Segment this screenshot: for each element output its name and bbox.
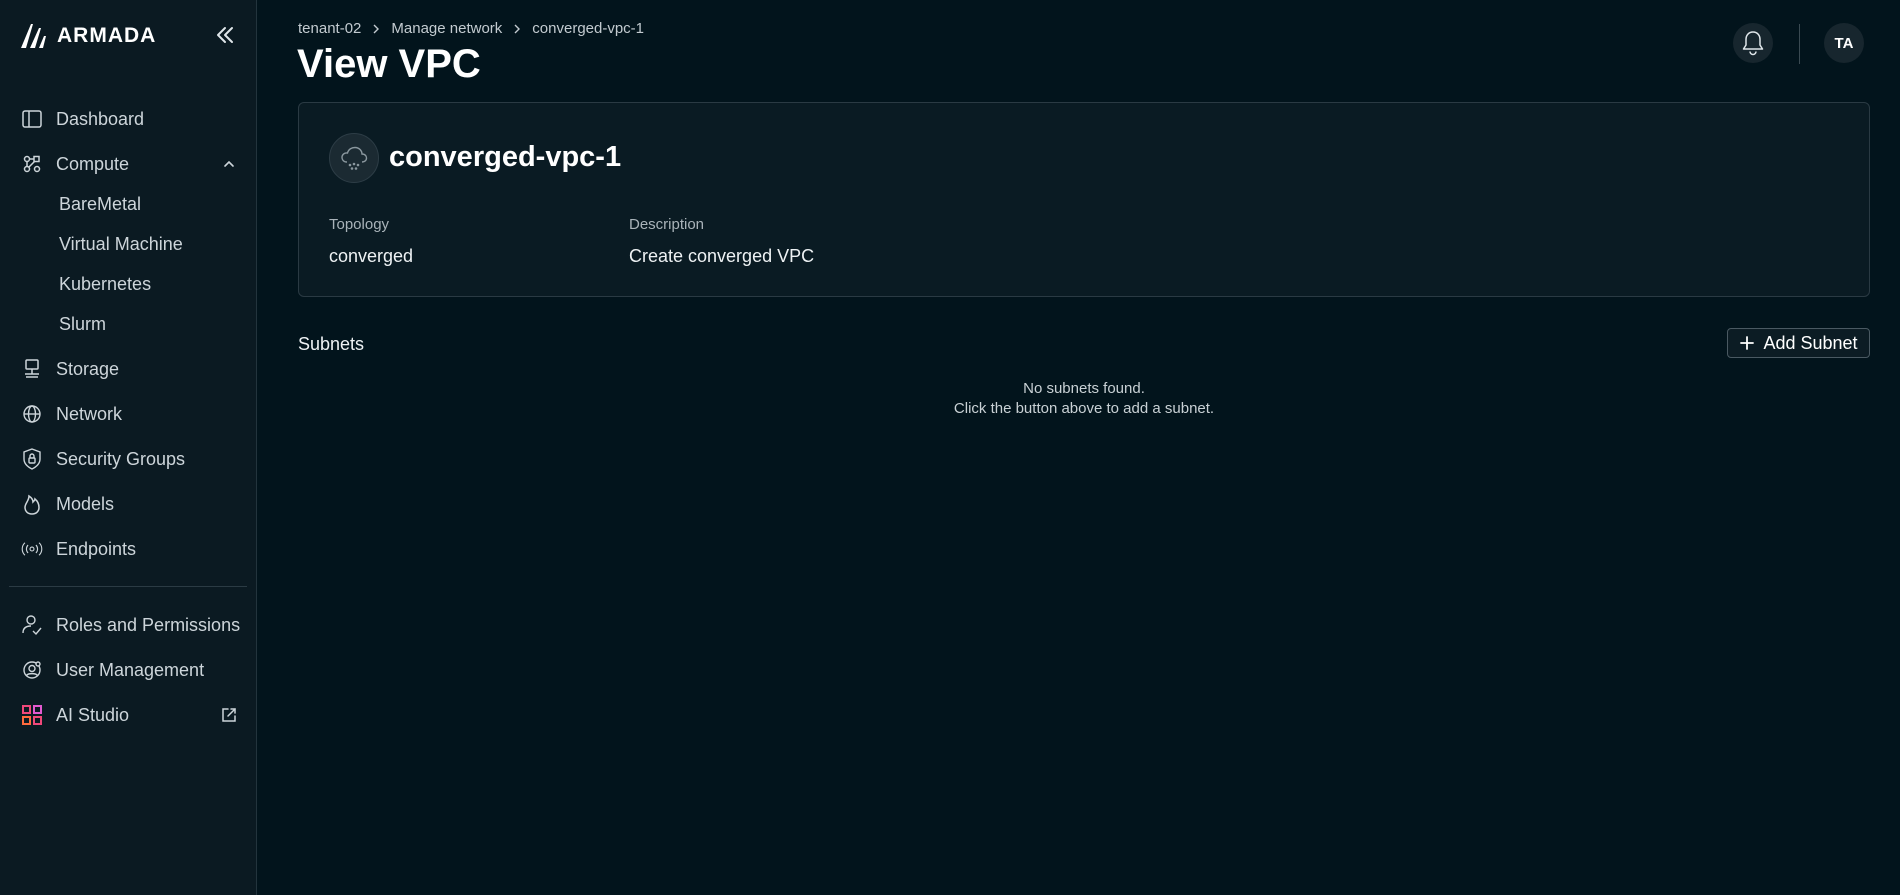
flame-icon <box>21 493 43 515</box>
cloud-badge <box>329 133 379 183</box>
sidebar-subitem-label: BareMetal <box>59 193 142 214</box>
breadcrumb-item-current: converged-vpc-1 <box>532 20 645 37</box>
sidebar-item-label: Security Groups <box>56 448 186 469</box>
sidebar-item-endpoints[interactable]: Endpoints <box>0 529 257 569</box>
grid-apps-icon <box>21 704 43 726</box>
breadcrumb-item-manage-network[interactable]: Manage network <box>391 20 502 37</box>
vpc-name: converged-vpc-1 <box>389 141 622 173</box>
roles-icon <box>21 614 43 636</box>
subnets-heading: Subnets <box>298 334 365 354</box>
sidebar-item-label: Network <box>56 403 123 424</box>
sidebar-subitem-kubernetes[interactable]: Kubernetes <box>0 266 257 302</box>
sidebar-item-network[interactable]: Network <box>0 394 257 434</box>
globe-icon <box>21 403 43 425</box>
sidebar-item-ai-studio[interactable]: AI Studio <box>0 695 257 735</box>
sidebar-item-label: User Management <box>56 659 205 680</box>
notifications-button[interactable] <box>1733 23 1773 63</box>
sidebar-divider <box>9 586 247 587</box>
breadcrumb: tenant-02 Manage network converged-vpc-1 <box>298 20 644 37</box>
avatar[interactable]: TA <box>1824 23 1864 63</box>
description-label: Description <box>629 216 705 233</box>
brand-name: ARMADA <box>57 24 157 47</box>
topology-value: converged <box>329 246 414 266</box>
sidebar-subitem-virtual-machine[interactable]: Virtual Machine <box>0 226 257 262</box>
empty-state-hint: Click the button above to add a subnet. <box>953 400 1215 417</box>
sidebar-item-user-management[interactable]: User Management <box>0 650 257 690</box>
compute-icon <box>21 153 43 175</box>
sidebar-item-dashboard[interactable]: Dashboard <box>0 99 257 139</box>
description-value: Create converged VPC <box>629 246 815 266</box>
sidebar-item-label: Storage <box>56 358 120 379</box>
collapse-sidebar-button[interactable] <box>214 24 240 48</box>
page-title: View VPC <box>297 42 481 86</box>
sidebar-subitem-baremetal[interactable]: BareMetal <box>0 186 257 222</box>
sidebar-item-label: Compute <box>56 153 130 174</box>
user-gear-icon <box>21 659 43 681</box>
external-link-icon <box>222 708 236 722</box>
chevron-up-icon <box>224 160 234 167</box>
sidebar-item-storage[interactable]: Storage <box>0 349 257 389</box>
add-subnet-button[interactable]: Add Subnet <box>1727 328 1870 358</box>
sidebar-subitem-label: Kubernetes <box>59 273 152 294</box>
sidebar-subitem-slurm[interactable]: Slurm <box>0 306 257 342</box>
empty-state-title: No subnets found. <box>1023 380 1145 397</box>
sidebar-item-roles-permissions[interactable]: Roles and Permissions <box>0 605 257 645</box>
cloud-rain-icon <box>341 146 368 170</box>
topology-label: Topology <box>329 216 390 233</box>
header-divider <box>1799 24 1800 64</box>
sidebar-item-label: AI Studio <box>56 704 130 725</box>
sidebar-subitem-label: Virtual Machine <box>59 233 183 254</box>
sidebar-item-security-groups[interactable]: Security Groups <box>0 439 257 479</box>
sidebar-item-label: Endpoints <box>56 538 137 559</box>
shield-lock-icon <box>21 448 43 470</box>
chevron-right-icon <box>514 24 521 33</box>
storage-icon <box>21 358 43 380</box>
breadcrumb-item-tenant[interactable]: tenant-02 <box>298 20 361 37</box>
dashboard-icon <box>21 108 43 130</box>
broadcast-icon <box>21 538 43 560</box>
sidebar-item-label: Models <box>56 493 115 514</box>
sidebar-item-compute[interactable]: Compute <box>0 144 257 184</box>
sidebar-item-models[interactable]: Models <box>0 484 257 524</box>
armada-logo-icon <box>21 24 46 48</box>
bell-icon <box>1742 31 1764 56</box>
sidebar-item-label: Dashboard <box>56 108 145 129</box>
double-chevron-left-icon <box>217 27 233 43</box>
vpc-details-card: converged-vpc-1 Topology converged Descr… <box>298 102 1870 297</box>
sidebar-item-label: Roles and Permissions <box>56 614 241 635</box>
chevron-right-icon <box>373 24 380 33</box>
add-subnet-label: Add Subnet <box>1763 332 1858 353</box>
plus-icon <box>1740 336 1755 350</box>
sidebar: ARMADA Dashboard Compute BareMetal Virtu… <box>0 0 257 895</box>
armada-logo[interactable]: ARMADA <box>19 22 156 50</box>
sidebar-subitem-label: Slurm <box>59 313 107 334</box>
